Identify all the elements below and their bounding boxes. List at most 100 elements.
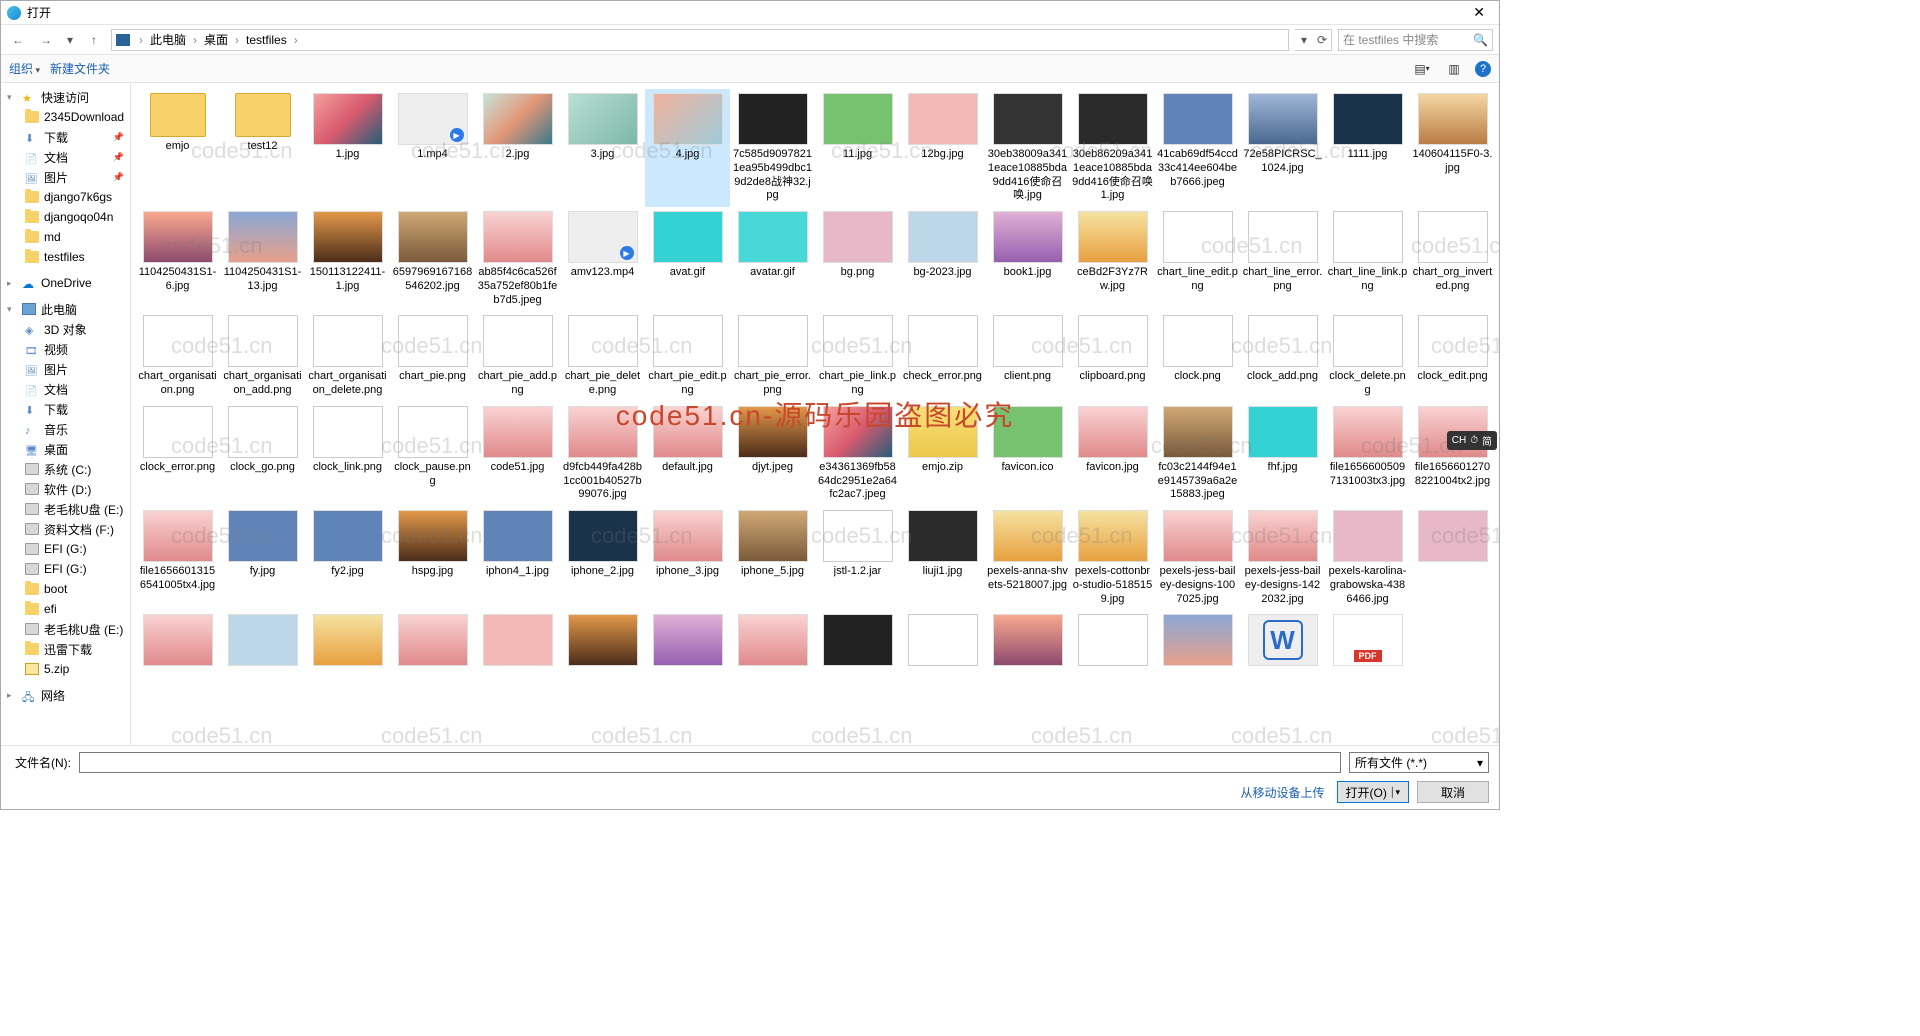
- file-item[interactable]: chart_pie_add.png: [475, 311, 560, 402]
- sidebar-item[interactable]: 视频: [3, 339, 128, 359]
- file-area[interactable]: emjotest121.jpg1.mp42.jpg3.jpg4.jpg7c585…: [131, 83, 1499, 745]
- sidebar-item[interactable]: 文档📌: [3, 147, 128, 167]
- search-box[interactable]: 在 testfiles 中搜索 🔍: [1338, 29, 1493, 51]
- file-item[interactable]: chart_pie_delete.png: [560, 311, 645, 402]
- file-type-filter[interactable]: 所有文件 (*.*)▾: [1349, 752, 1489, 773]
- file-item[interactable]: [1070, 610, 1155, 673]
- sidebar-item[interactable]: djangoqo04n: [3, 207, 128, 227]
- file-item[interactable]: 11.jpg: [815, 89, 900, 207]
- file-item[interactable]: [645, 610, 730, 673]
- file-item[interactable]: iphone_3.jpg: [645, 506, 730, 610]
- file-item[interactable]: test12: [220, 89, 305, 207]
- sidebar-item[interactable]: 软件 (D:): [3, 479, 128, 499]
- file-item[interactable]: chart_pie_link.png: [815, 311, 900, 402]
- file-item[interactable]: favicon.jpg: [1070, 402, 1155, 506]
- sidebar-item[interactable]: EFI (G:): [3, 559, 128, 579]
- file-item[interactable]: [390, 610, 475, 673]
- file-item[interactable]: clock_link.png: [305, 402, 390, 506]
- sidebar-item[interactable]: 图片: [3, 359, 128, 379]
- sidebar-item[interactable]: 迅雷下载: [3, 639, 128, 659]
- file-item[interactable]: chart_line_edit.png: [1155, 207, 1240, 311]
- file-item[interactable]: avat.gif: [645, 207, 730, 311]
- file-item[interactable]: file16566005097131003tx3.jpg: [1325, 402, 1410, 506]
- file-item[interactable]: chart_organisation.png: [135, 311, 220, 402]
- file-item[interactable]: clipboard.png: [1070, 311, 1155, 402]
- sidebar-group[interactable]: ▸OneDrive: [3, 273, 128, 293]
- file-item[interactable]: 1111.jpg: [1325, 89, 1410, 207]
- file-item[interactable]: pexels-anna-shvets-5218007.jpg: [985, 506, 1070, 610]
- crumb-desktop[interactable]: 桌面: [202, 31, 230, 48]
- file-item[interactable]: iphone_5.jpg: [730, 506, 815, 610]
- file-item[interactable]: [1325, 610, 1410, 673]
- sidebar-item[interactable]: 5.zip: [3, 659, 128, 679]
- file-item[interactable]: ceBd2F3Yz7Rw.jpg: [1070, 207, 1155, 311]
- file-item[interactable]: 1.mp4: [390, 89, 475, 207]
- file-item[interactable]: hspg.jpg: [390, 506, 475, 610]
- crumb-this-pc[interactable]: 此电脑: [148, 31, 188, 48]
- open-button[interactable]: 打开(O)│▾: [1337, 781, 1409, 803]
- file-item[interactable]: emjo.zip: [900, 402, 985, 506]
- back-button[interactable]: ←: [7, 29, 29, 51]
- file-item[interactable]: [815, 610, 900, 673]
- file-item[interactable]: chart_organisation_delete.png: [305, 311, 390, 402]
- file-item[interactable]: clock_pause.png: [390, 402, 475, 506]
- file-item[interactable]: [1240, 610, 1325, 673]
- history-dropdown[interactable]: ▾: [63, 29, 77, 51]
- file-item[interactable]: djyt.jpeg: [730, 402, 815, 506]
- organize-button[interactable]: 组织: [9, 60, 40, 77]
- file-item[interactable]: [985, 610, 1070, 673]
- file-item[interactable]: 12bg.jpg: [900, 89, 985, 207]
- file-item[interactable]: avatar.gif: [730, 207, 815, 311]
- file-item[interactable]: liuji1.jpg: [900, 506, 985, 610]
- file-item[interactable]: pexels-jess-bailey-designs-1007025.jpg: [1155, 506, 1240, 610]
- file-item[interactable]: fc03c2144f94e1e9145739a6a2e15883.jpeg: [1155, 402, 1240, 506]
- file-item[interactable]: 3.jpg: [560, 89, 645, 207]
- sidebar-item[interactable]: 桌面: [3, 439, 128, 459]
- sidebar-item[interactable]: EFI (G:): [3, 539, 128, 559]
- file-item[interactable]: 30eb86209a3411eace10885bda9dd416使命召唤1.jp…: [1070, 89, 1155, 207]
- sidebar-item[interactable]: 图片📌: [3, 167, 128, 187]
- breadcrumb-dropdown[interactable]: ▾: [1295, 30, 1313, 50]
- file-item[interactable]: client.png: [985, 311, 1070, 402]
- filename-input[interactable]: [79, 752, 1341, 773]
- new-folder-button[interactable]: 新建文件夹: [50, 60, 110, 77]
- help-button[interactable]: ?: [1475, 61, 1491, 77]
- file-item[interactable]: 1.jpg: [305, 89, 390, 207]
- sidebar-item[interactable]: 2345Download📌: [3, 107, 128, 127]
- file-item[interactable]: d9fcb449fa428b1cc001b40527b99076.jpg: [560, 402, 645, 506]
- file-item[interactable]: iphon4_1.jpg: [475, 506, 560, 610]
- file-item[interactable]: 2.jpg: [475, 89, 560, 207]
- view-options-button[interactable]: ▤▾: [1411, 58, 1433, 80]
- sidebar-item[interactable]: 音乐: [3, 419, 128, 439]
- sidebar-item[interactable]: 系统 (C:): [3, 459, 128, 479]
- file-item[interactable]: [730, 610, 815, 673]
- file-item[interactable]: [220, 610, 305, 673]
- file-item[interactable]: iphone_2.jpg: [560, 506, 645, 610]
- sidebar-item[interactable]: 老毛桃U盘 (E:): [3, 619, 128, 639]
- file-item[interactable]: bg.png: [815, 207, 900, 311]
- sidebar-item[interactable]: 资料文档 (F:): [3, 519, 128, 539]
- close-button[interactable]: ✕: [1465, 4, 1493, 21]
- file-item[interactable]: chart_line_link.png: [1325, 207, 1410, 311]
- file-item[interactable]: fy2.jpg: [305, 506, 390, 610]
- file-item[interactable]: code51.jpg: [475, 402, 560, 506]
- sidebar-item[interactable]: 3D 对象: [3, 319, 128, 339]
- file-item[interactable]: 4.jpg: [645, 89, 730, 207]
- preview-pane-button[interactable]: ▥: [1443, 58, 1465, 80]
- file-item[interactable]: 7c585d90978211ea95b499dbc19d2de8战神32.jpg: [730, 89, 815, 207]
- file-item[interactable]: chart_org_inverted.png: [1410, 207, 1495, 311]
- file-item[interactable]: clock_edit.png: [1410, 311, 1495, 402]
- file-item[interactable]: 6597969167168546202.jpg: [390, 207, 475, 311]
- file-item[interactable]: book1.jpg: [985, 207, 1070, 311]
- file-item[interactable]: 30eb38009a3411eace10885bda9dd416使命召唤.jpg: [985, 89, 1070, 207]
- file-item[interactable]: [1410, 506, 1495, 610]
- file-item[interactable]: [475, 610, 560, 673]
- sidebar-item[interactable]: testfiles: [3, 247, 128, 267]
- sidebar-item[interactable]: 下载: [3, 399, 128, 419]
- file-item[interactable]: e34361369fb5864dc2951e2a64fc2ac7.jpeg: [815, 402, 900, 506]
- sidebar-item[interactable]: md: [3, 227, 128, 247]
- file-item[interactable]: ab85f4c6ca526f35a752ef80b1feb7d5.jpeg: [475, 207, 560, 311]
- file-item[interactable]: fhf.jpg: [1240, 402, 1325, 506]
- file-item[interactable]: clock_delete.png: [1325, 311, 1410, 402]
- file-item[interactable]: chart_line_error.png: [1240, 207, 1325, 311]
